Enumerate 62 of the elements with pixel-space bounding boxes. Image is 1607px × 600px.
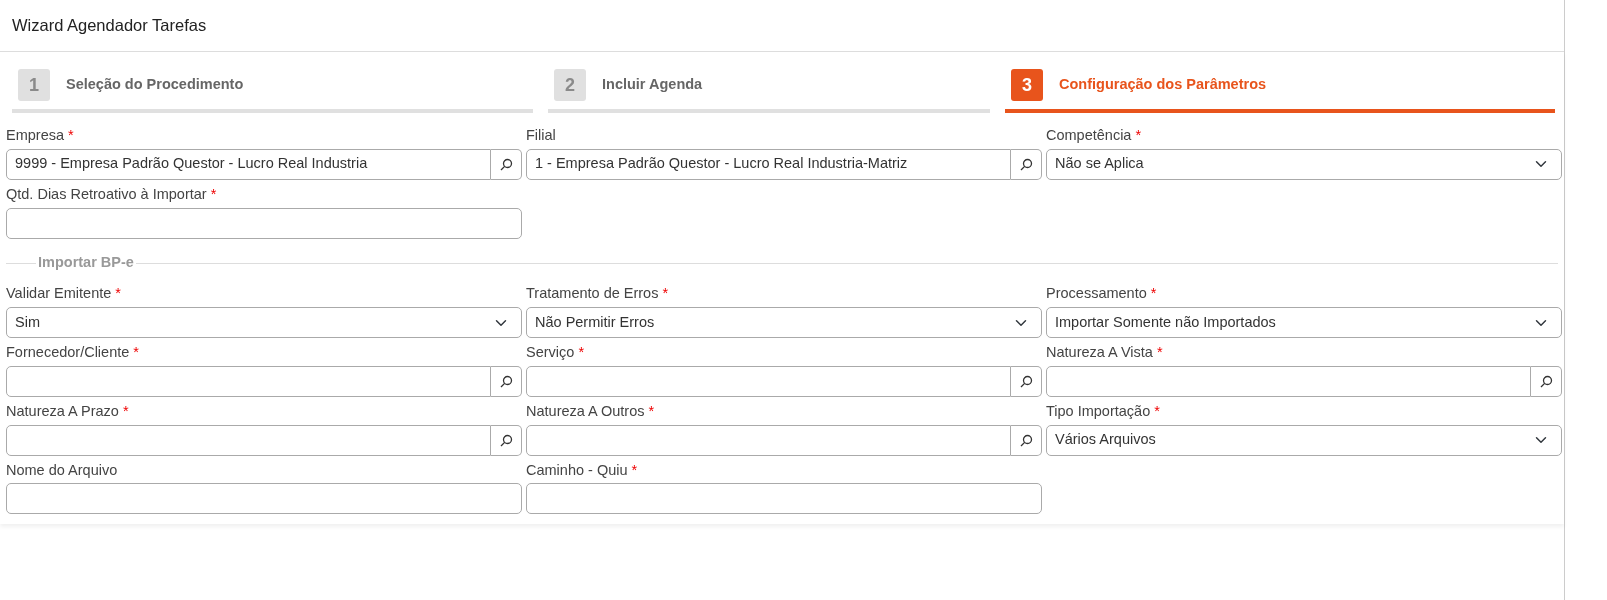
search-button[interactable] <box>491 148 522 180</box>
field-label: Tipo Importação * <box>1046 401 1161 421</box>
field-label: Empresa * <box>6 126 75 145</box>
search-button[interactable] <box>491 424 522 456</box>
input-field[interactable] <box>6 483 522 515</box>
field-label: Natureza A Outros * <box>526 401 656 421</box>
search-icon <box>499 433 513 447</box>
field-label: Natureza A Vista * <box>1046 343 1164 362</box>
input-field[interactable] <box>6 207 522 239</box>
select-field[interactable]: Importar Somente não Importados <box>1046 307 1562 338</box>
field-label: Filial <box>526 126 557 145</box>
field-label: Competência * <box>1046 126 1143 145</box>
field-label: Fornecedor/Cliente * <box>6 343 140 362</box>
wizard-step[interactable]: 1 Seleção do Procedimento <box>12 68 533 113</box>
required-asterisk: * <box>210 185 217 202</box>
field-label: Natureza A Prazo * <box>6 401 130 421</box>
select-field[interactable]: Não Permitir Erros <box>526 307 1042 338</box>
lookup-field[interactable]: 1 - Empresa Padrão Questor - Lucro Real Industria-Matriz <box>526 148 1011 180</box>
search-button[interactable] <box>491 365 522 397</box>
search-icon <box>1019 157 1033 171</box>
lookup-field[interactable]: 9999 - Empresa Padrão Questor - Lucro Real Industria <box>6 148 491 180</box>
required-asterisk: * <box>115 285 121 302</box>
field-label: Serviço * <box>526 343 586 362</box>
required-asterisk: * <box>1156 344 1163 360</box>
field-label: Qtd. Dias Retroativo à Importar * <box>6 184 218 204</box>
required-asterisk: * <box>1154 402 1160 419</box>
search-icon <box>499 374 513 388</box>
required-asterisk: * <box>68 127 74 143</box>
wizard-step[interactable]: 2 Incluir Agenda <box>548 68 990 113</box>
lookup-field[interactable] <box>6 424 491 456</box>
required-asterisk: * <box>662 285 669 302</box>
search-icon <box>499 157 513 171</box>
search-icon <box>1019 433 1033 447</box>
select-field[interactable]: Não se Aplica <box>1046 148 1562 180</box>
input-field[interactable] <box>526 483 1042 515</box>
fieldset-legend: Importar BP-e <box>36 251 136 274</box>
search-button[interactable] <box>1531 365 1562 397</box>
field-label: Tratamento de Erros * <box>526 284 670 304</box>
search-button[interactable] <box>1011 148 1042 180</box>
lookup-field[interactable] <box>6 365 491 397</box>
required-asterisk: * <box>122 402 129 419</box>
lookup-field[interactable] <box>526 365 1011 397</box>
field-label: Processamento * <box>1046 284 1158 304</box>
search-button[interactable] <box>1011 365 1042 397</box>
window-title: Wizard Agendador Tarefas <box>12 15 207 36</box>
lookup-field[interactable] <box>1046 365 1531 397</box>
select-field[interactable]: Vários Arquivos <box>1046 424 1562 456</box>
lookup-field[interactable] <box>526 424 1011 456</box>
field-label: Validar Emitente * <box>6 284 122 304</box>
required-asterisk: * <box>631 461 638 478</box>
field-label: Nome do Arquivo <box>6 460 119 480</box>
required-asterisk: * <box>133 344 139 360</box>
wizard-step[interactable]: 3 Configuração dos Parâmetros <box>1005 68 1555 113</box>
required-asterisk: * <box>578 344 585 360</box>
field-label: Caminho - Quiu * <box>526 460 639 480</box>
search-icon <box>1539 374 1553 388</box>
required-asterisk: * <box>1150 285 1157 302</box>
required-asterisk: * <box>648 402 655 419</box>
select-field[interactable]: Sim <box>6 307 522 338</box>
search-icon <box>1019 374 1033 388</box>
required-asterisk: * <box>1135 127 1142 143</box>
search-button[interactable] <box>1011 424 1042 456</box>
